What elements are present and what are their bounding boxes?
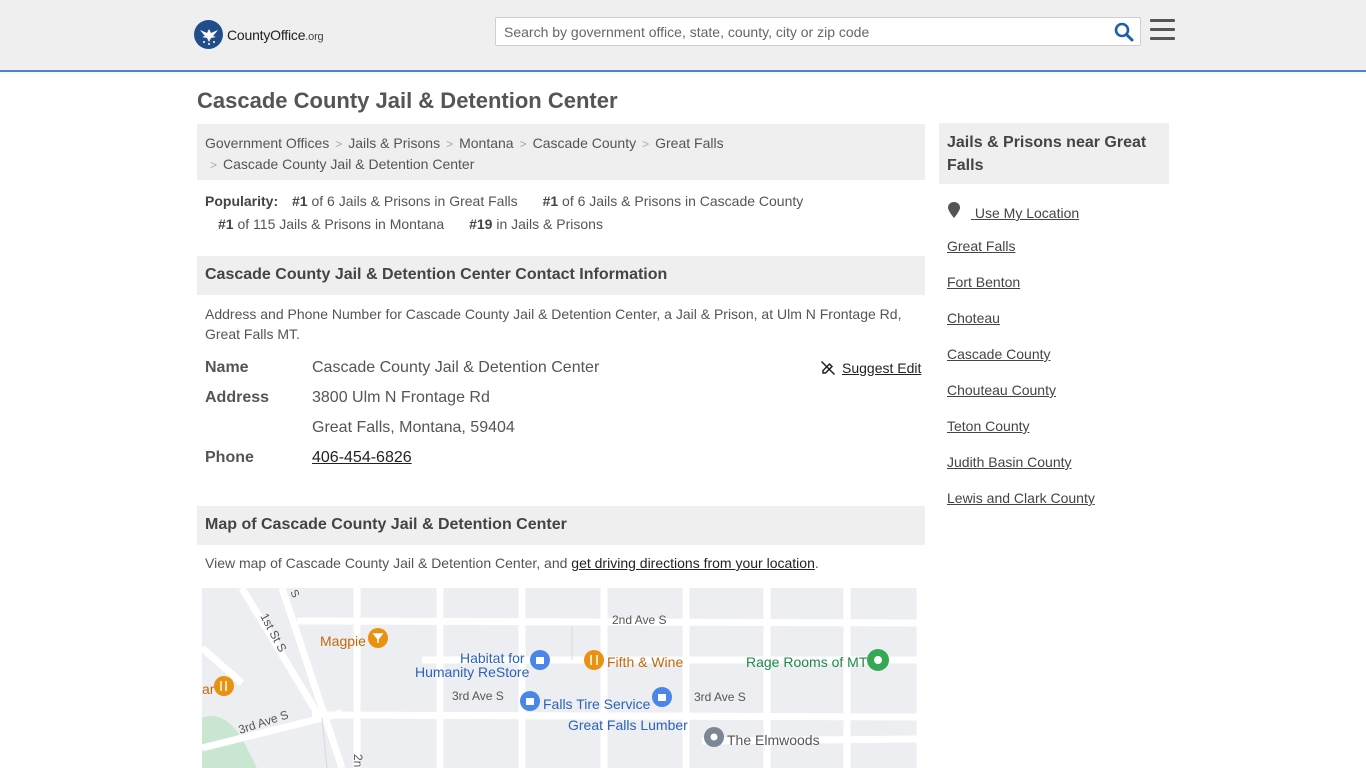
map-label-2nd-ave: 2nd Ave S: [612, 613, 667, 627]
search-input[interactable]: [504, 18, 1104, 45]
location-map[interactable]: 2nd Ave S 3rd Ave S 3rd Ave S 3rd Ave S …: [202, 588, 920, 768]
map-heading: Map of Cascade County Jail & Detention C…: [197, 506, 925, 545]
driving-directions-link[interactable]: get driving directions from your locatio…: [571, 555, 815, 571]
popularity-item: #1 of 115 Jails & Prisons in Montana: [218, 216, 445, 232]
sidebar-link-fort-benton[interactable]: Fort Benton: [947, 272, 1167, 308]
breadcrumb-cascade-county[interactable]: Cascade County: [533, 135, 637, 151]
map-label-partial: 2n: [351, 754, 365, 767]
map-poi-habitat[interactable]: Humanity ReStore: [415, 664, 530, 680]
phone-label: Phone: [205, 449, 254, 466]
shopping-pin-icon[interactable]: [520, 691, 540, 711]
popularity-label: Popularity:: [205, 193, 279, 209]
map-poi-rage-rooms[interactable]: Rage Rooms of MT: [746, 654, 868, 670]
restaurant-pin-icon[interactable]: [584, 650, 604, 670]
phone-link[interactable]: 406-454-6826: [312, 449, 412, 467]
breadcrumb: Government Offices > Jails & Prisons > Monta…: [197, 124, 925, 180]
map-poi-lumber[interactable]: Great Falls Lumber: [568, 717, 688, 733]
sidebar-link-chouteau-county[interactable]: Chouteau County: [947, 380, 1167, 416]
eagle-logo-icon: [194, 20, 223, 49]
address-line1: 3800 Ulm N Frontage Rd: [312, 389, 490, 406]
sidebar-link-judith-basin-county[interactable]: Judith Basin County: [947, 452, 1167, 488]
bar-pin-icon[interactable]: [368, 628, 388, 648]
map-poi-falls-tire[interactable]: Falls Tire Service: [543, 696, 651, 712]
suggest-edit-link[interactable]: Suggest Edit: [820, 360, 921, 376]
contact-heading: Cascade County Jail & Detention Center C…: [197, 256, 925, 295]
site-header: CountyOffice.org: [0, 0, 1366, 72]
shopping-pin-icon[interactable]: [530, 650, 550, 670]
popularity-rankings: Popularity: #1 of 6 Jails & Prisons in G…: [205, 190, 925, 236]
popularity-item: #1 of 6 Jails & Prisons in Great Falls: [292, 193, 518, 209]
chevron-right-icon: >: [335, 137, 343, 151]
breadcrumb-jails-prisons[interactable]: Jails & Prisons: [348, 135, 440, 151]
sidebar-link-choteau[interactable]: Choteau: [947, 308, 1167, 344]
place-pin-icon[interactable]: [867, 649, 889, 671]
search-icon[interactable]: [1114, 22, 1134, 42]
sidebar-heading: Jails & Prisons near Great Falls: [939, 123, 1169, 184]
map-poi-magpie[interactable]: Magpie: [320, 633, 366, 649]
name-label: Name: [205, 359, 249, 376]
restaurant-pin-icon[interactable]: [214, 676, 234, 696]
contact-description: Address and Phone Number for Cascade Cou…: [205, 306, 902, 342]
shopping-pin-icon[interactable]: [652, 687, 672, 707]
name-value: Cascade County Jail & Detention Center: [312, 359, 600, 376]
sidebar-link-teton-county[interactable]: Teton County: [947, 416, 1167, 452]
map-poi-elmwoods[interactable]: The Elmwoods: [727, 732, 820, 748]
sidebar-link-cascade-county[interactable]: Cascade County: [947, 344, 1167, 380]
breadcrumb-great-falls[interactable]: Great Falls: [655, 135, 723, 151]
chevron-right-icon: >: [446, 137, 454, 151]
map-poi-partial: ar: [202, 681, 215, 697]
chevron-right-icon: >: [210, 158, 218, 172]
page-title: Cascade County Jail & Detention Center: [197, 88, 618, 113]
breadcrumb-current: Cascade County Jail & Detention Center: [223, 156, 475, 172]
map-pin-icon: [948, 202, 960, 218]
hamburger-menu-icon[interactable]: [1150, 19, 1175, 41]
logo-text: CountyOffice.org: [227, 26, 324, 43]
sidebar-link-great-falls[interactable]: Great Falls: [947, 236, 1167, 272]
map-canvas[interactable]: 2nd Ave S 3rd Ave S 3rd Ave S 3rd Ave S …: [202, 588, 920, 768]
chevron-right-icon: >: [519, 137, 527, 151]
map-description: View map of Cascade County Jail & Detent…: [205, 555, 819, 571]
address-line2: Great Falls, Montana, 59404: [312, 419, 515, 436]
popularity-item: #1 of 6 Jails & Prisons in Cascade Count…: [542, 193, 804, 209]
sidebar-link-lewis-and-clark-county[interactable]: Lewis and Clark County: [947, 488, 1167, 524]
popularity-item: #19 in Jails & Prisons: [469, 216, 603, 232]
edit-off-icon: [820, 360, 836, 376]
site-logo[interactable]: CountyOffice.org: [194, 20, 324, 49]
place-pin-icon[interactable]: [704, 727, 724, 747]
address-label: Address: [205, 389, 270, 406]
use-my-location-link[interactable]: Use My Location: [947, 200, 1167, 236]
breadcrumb-montana[interactable]: Montana: [459, 135, 513, 151]
map-poi-fifth-wine[interactable]: Fifth & Wine: [607, 654, 683, 670]
breadcrumb-government-offices[interactable]: Government Offices: [205, 135, 329, 151]
nearby-list: Use My Location Great Falls Fort Benton …: [947, 200, 1167, 524]
chevron-right-icon: >: [642, 137, 650, 151]
map-label-3rd-ave: 3rd Ave S: [452, 689, 504, 703]
search-box: [495, 17, 1141, 46]
map-label-3rd-ave: 3rd Ave S: [694, 690, 746, 704]
